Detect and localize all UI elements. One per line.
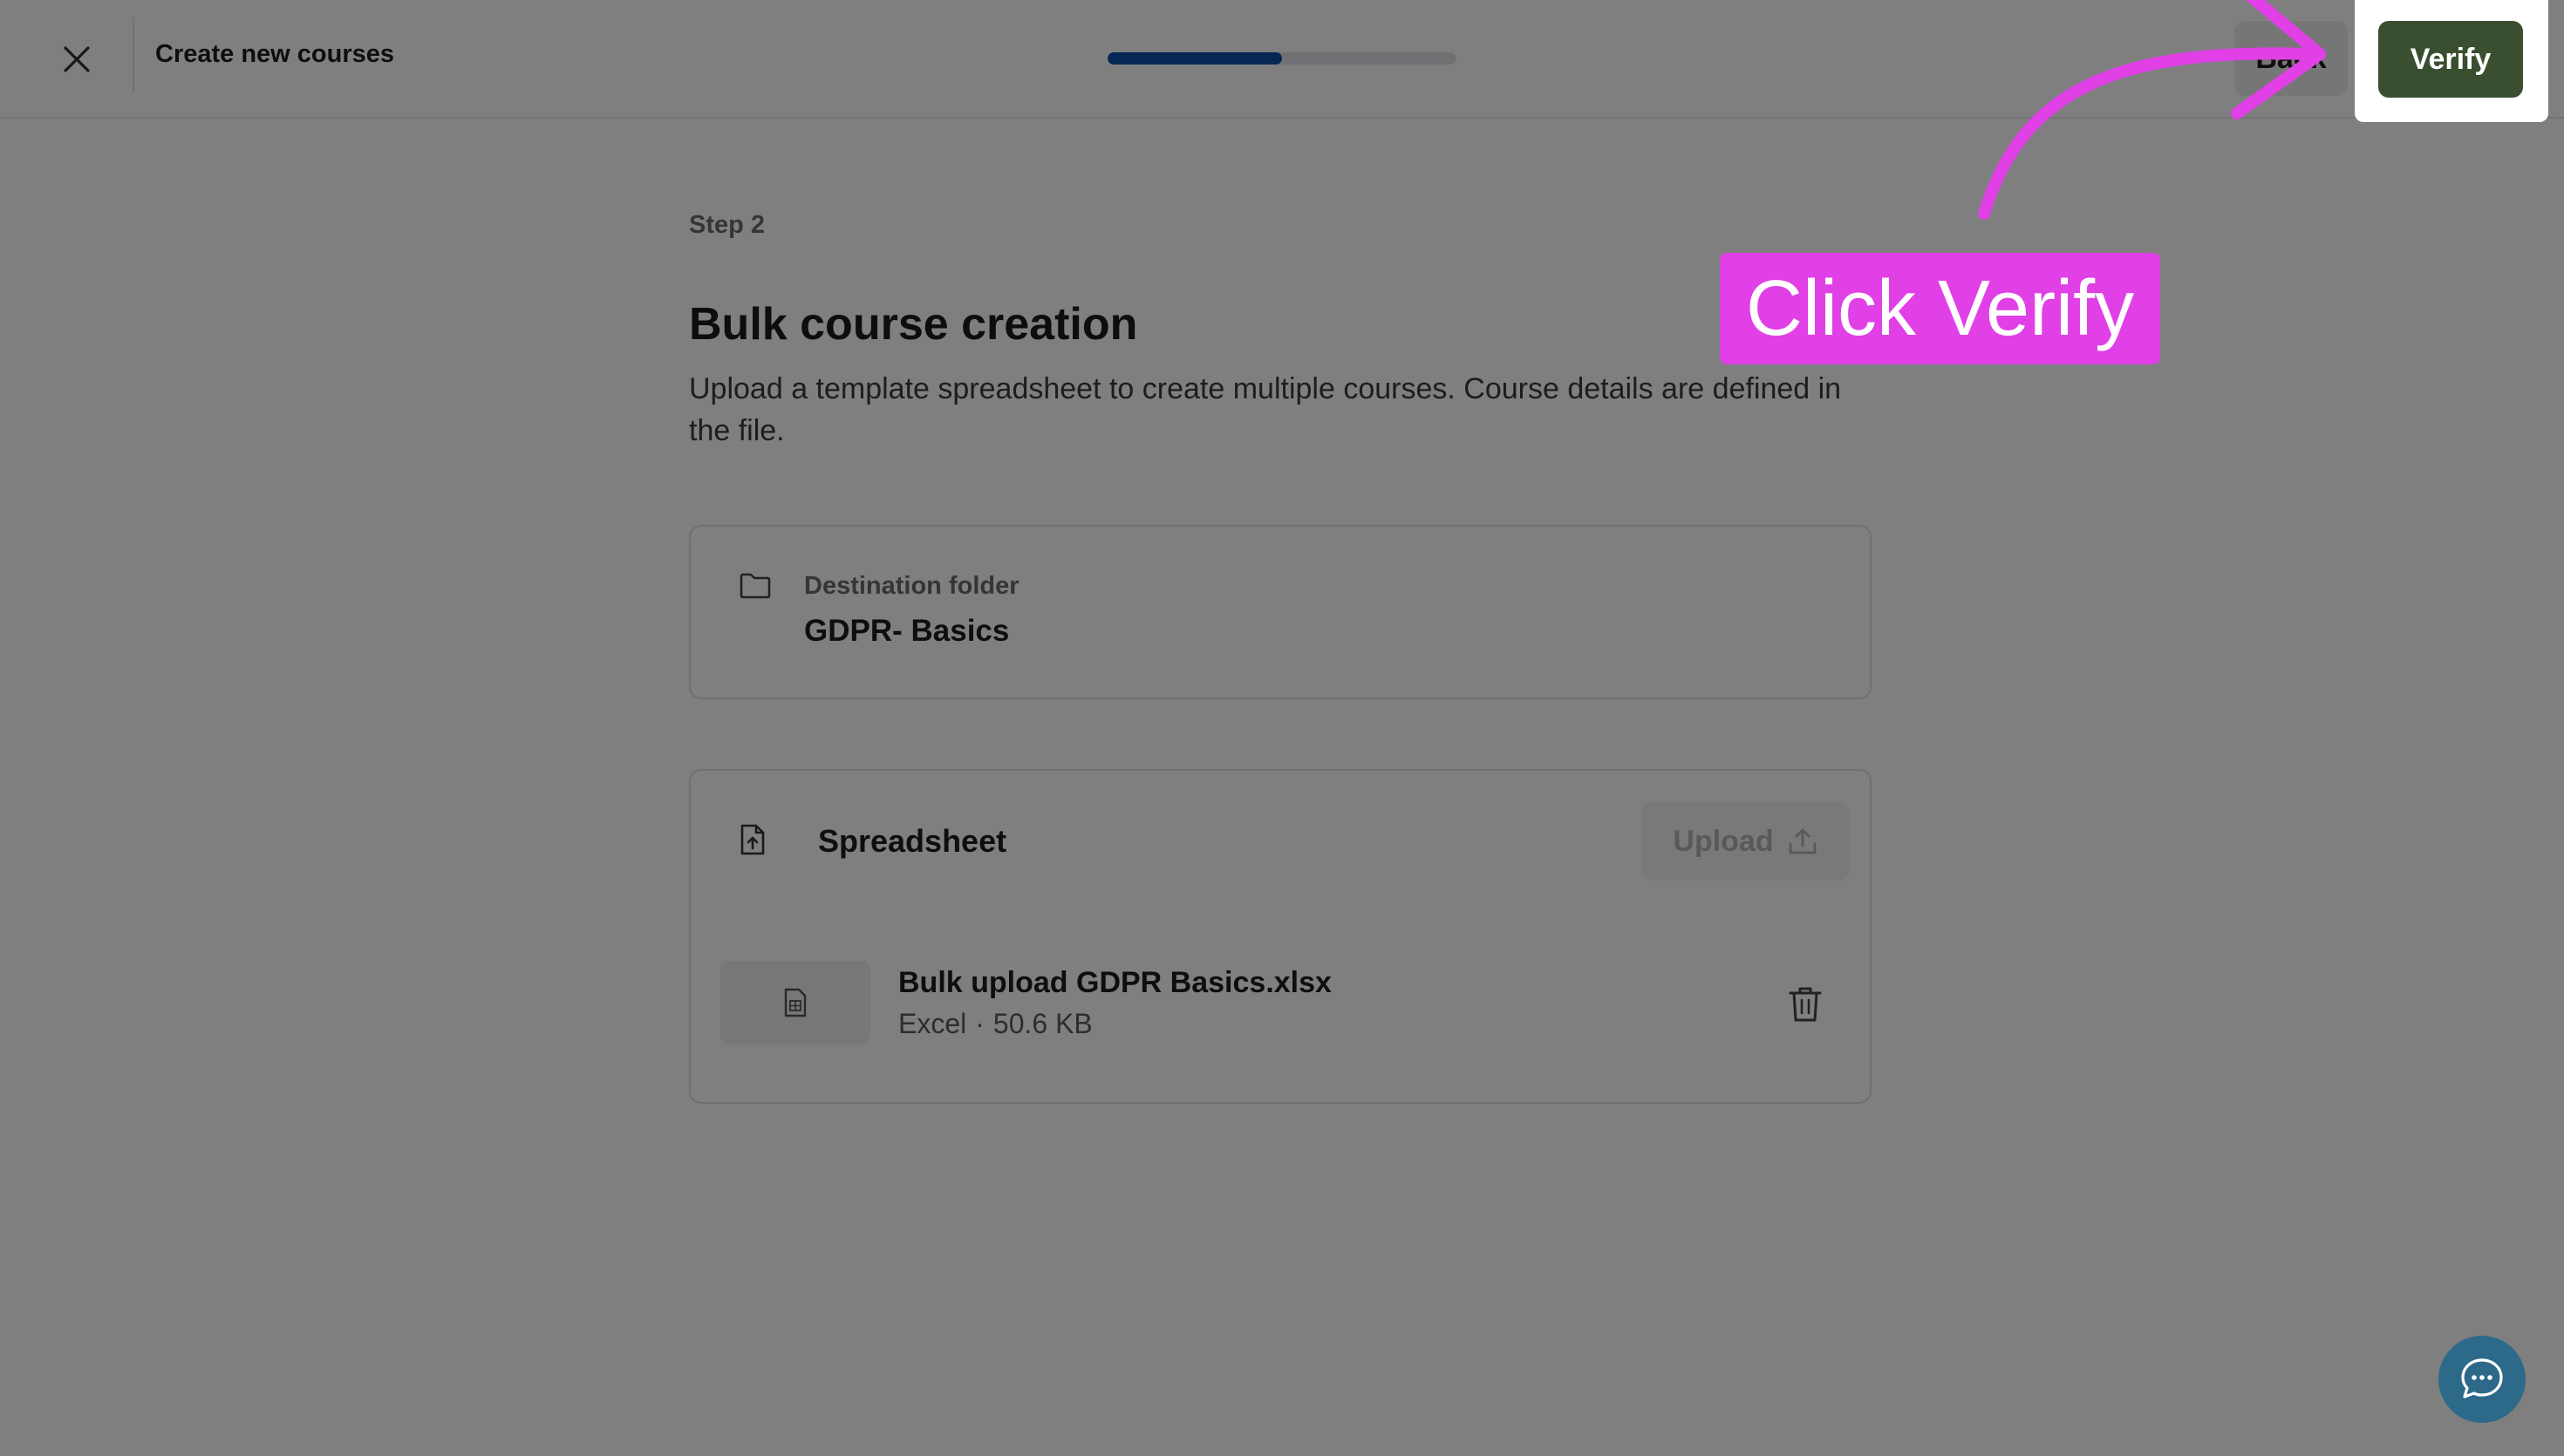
trash-icon bbox=[1789, 987, 1822, 1022]
upload-button[interactable]: Upload bbox=[1641, 802, 1849, 881]
spreadsheet-label: Spreadsheet bbox=[818, 823, 1007, 859]
annotation-label: Click Verify bbox=[1720, 253, 2161, 364]
delete-file-button[interactable] bbox=[1784, 982, 1826, 1027]
file-meta-separator: · bbox=[975, 1008, 985, 1039]
destination-folder-value: GDPR- Basics bbox=[804, 614, 1010, 648]
close-button[interactable] bbox=[56, 38, 98, 80]
annotation-arrow bbox=[1978, 0, 2326, 220]
destination-folder-label: Destination folder bbox=[804, 572, 1019, 600]
verify-button[interactable]: Verify bbox=[2378, 21, 2523, 98]
close-icon bbox=[64, 46, 90, 72]
folder-icon bbox=[740, 573, 771, 599]
progress-bar bbox=[1108, 52, 1456, 65]
step-label: Step 2 bbox=[689, 211, 766, 239]
spreadsheet-card: Spreadsheet Upload Bulk upload GDPR Basi… bbox=[689, 769, 1872, 1104]
file-name: Bulk upload GDPR Basics.xlsx bbox=[898, 966, 1332, 999]
file-meta: Excel · 50.6 KB bbox=[898, 1008, 1093, 1040]
file-thumbnail bbox=[720, 961, 870, 1044]
file-icon bbox=[784, 988, 807, 1017]
app-title: Create new courses bbox=[155, 40, 395, 68]
chat-button[interactable] bbox=[2438, 1336, 2526, 1423]
page-title: Bulk course creation bbox=[689, 299, 1138, 350]
page: Create new courses Back Step 2 Bulk cour… bbox=[0, 0, 2564, 1456]
file-size: 50.6 KB bbox=[992, 1008, 1093, 1039]
spreadsheet-upload-icon bbox=[740, 824, 765, 855]
upload-button-label: Upload bbox=[1673, 824, 1774, 858]
verify-highlight: Verify bbox=[2355, 0, 2548, 122]
upload-icon bbox=[1789, 828, 1817, 854]
page-description: Upload a template spreadsheet to create … bbox=[689, 372, 1842, 447]
destination-folder-card: Destination folder GDPR- Basics bbox=[689, 525, 1872, 699]
file-type: Excel bbox=[898, 1008, 967, 1039]
header-divider bbox=[133, 17, 134, 92]
chat-icon bbox=[2461, 1358, 2503, 1398]
progress-fill bbox=[1108, 52, 1282, 65]
